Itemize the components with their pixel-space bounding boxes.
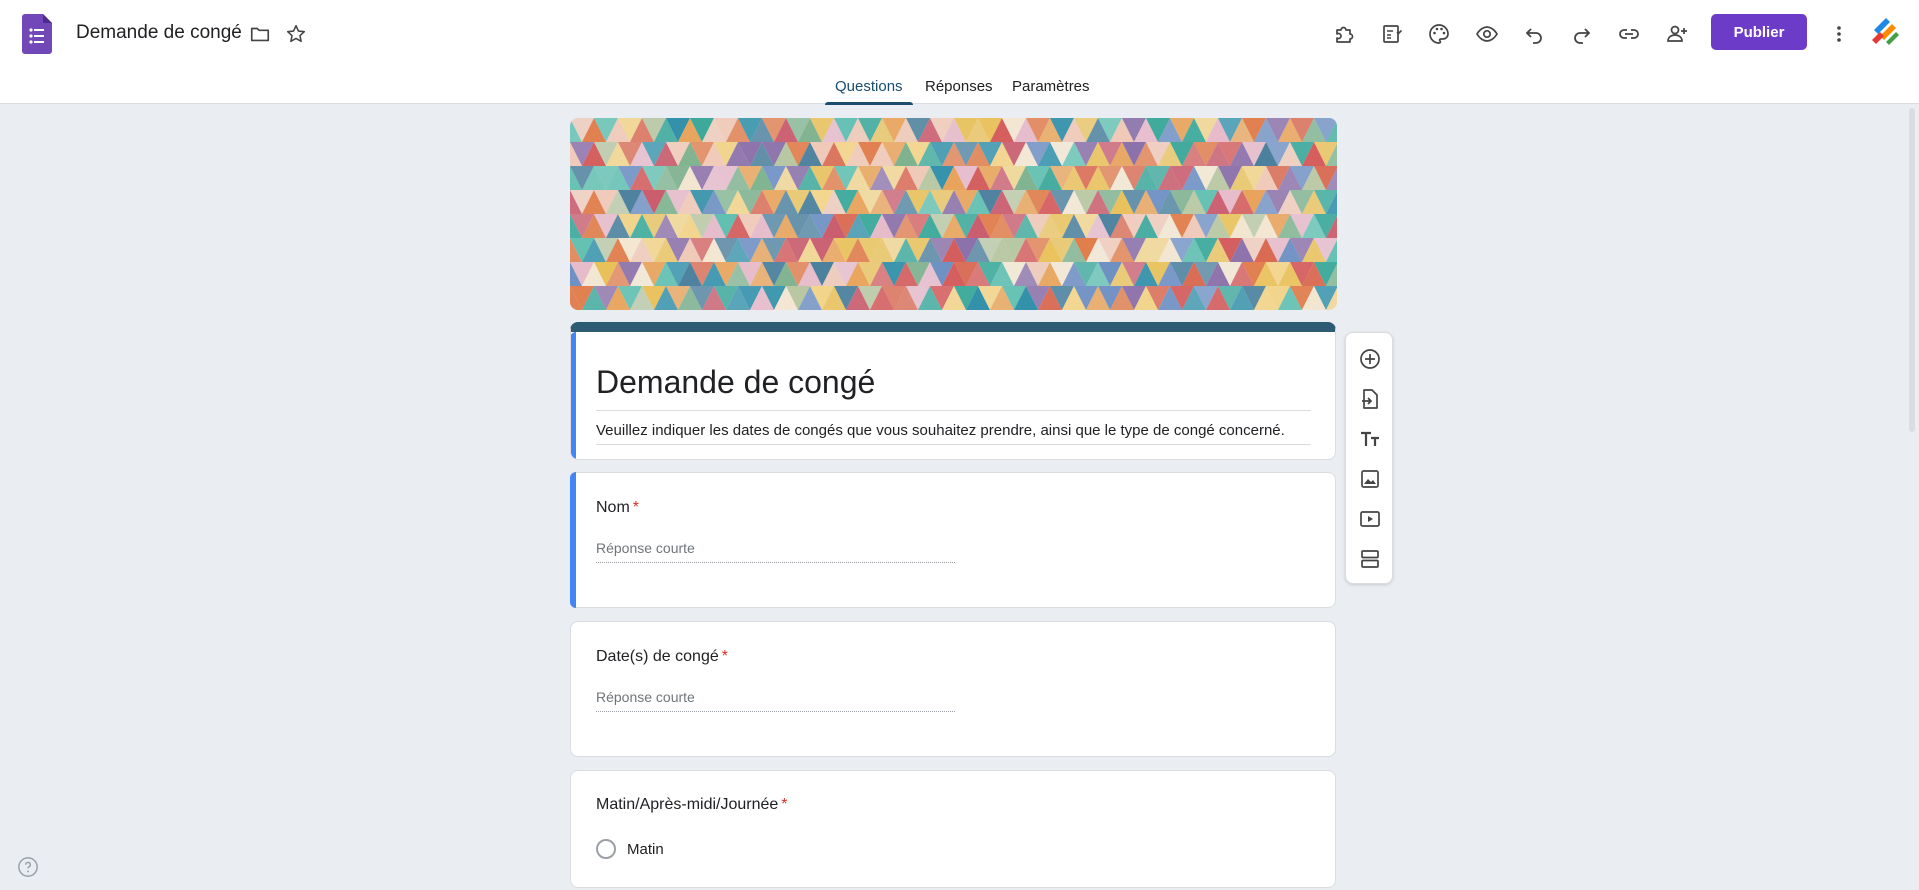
side-toolbar xyxy=(1345,332,1393,584)
more-icon[interactable] xyxy=(1821,16,1857,52)
focus-accent xyxy=(570,472,576,608)
add-question-icon[interactable] xyxy=(1346,341,1394,377)
add-image-icon[interactable] xyxy=(1346,461,1394,497)
form-tabs: Questions Réponses Paramètres xyxy=(0,76,1919,105)
required-asterisk: * xyxy=(632,499,640,516)
option-label: Matin xyxy=(627,840,664,858)
form-title-card[interactable]: Demande de congé Veuillez indiquer les d… xyxy=(570,322,1336,460)
short-answer-field[interactable]: Réponse courte xyxy=(596,686,955,712)
add-section-icon[interactable] xyxy=(1346,541,1394,577)
publish-button[interactable]: Publier xyxy=(1711,14,1807,50)
help-icon[interactable] xyxy=(17,856,39,878)
header-banner-image xyxy=(570,118,1337,310)
required-asterisk: * xyxy=(781,796,788,813)
question-title: Matin/Après-midi/Journée * xyxy=(596,796,788,814)
move-to-folder-icon[interactable] xyxy=(248,22,272,46)
question-card[interactable]: Matin/Après-midi/Journée * Matin xyxy=(570,770,1336,888)
add-video-icon[interactable] xyxy=(1346,501,1394,537)
active-tab-indicator xyxy=(825,102,913,105)
tab-label: Réponses xyxy=(925,78,993,95)
radio-button[interactable] xyxy=(596,839,616,859)
tab-questions[interactable]: Questions xyxy=(825,78,913,105)
question-title-text: Matin/Après-midi/Journée xyxy=(596,796,779,813)
tab-label: Questions xyxy=(835,78,903,95)
short-answer-field[interactable]: Réponse courte xyxy=(596,537,955,563)
question-title: Date(s) de congé * xyxy=(596,648,728,666)
tab-settings[interactable]: Paramètres xyxy=(1002,78,1100,104)
radio-option[interactable]: Matin xyxy=(596,839,664,859)
link-icon[interactable] xyxy=(1611,16,1647,52)
quiz-icon[interactable] xyxy=(1374,16,1410,52)
add-collaborator-icon[interactable] xyxy=(1659,16,1695,52)
account-avatar[interactable] xyxy=(1868,14,1902,48)
import-questions-icon[interactable] xyxy=(1346,381,1394,417)
undo-icon[interactable] xyxy=(1516,16,1552,52)
palette-icon[interactable] xyxy=(1421,16,1457,52)
document-title[interactable]: Demande de congé xyxy=(76,22,242,44)
question-title: Nom * xyxy=(596,499,639,517)
divider xyxy=(596,444,1311,445)
question-title-text: Nom xyxy=(596,499,630,516)
preview-icon[interactable] xyxy=(1469,16,1505,52)
addons-icon[interactable] xyxy=(1326,16,1362,52)
redo-icon[interactable] xyxy=(1564,16,1600,52)
required-asterisk: * xyxy=(721,648,728,665)
top-bar: Demande de congé Publier Questions Répon… xyxy=(0,0,1919,105)
form-title[interactable]: Demande de congé xyxy=(596,364,875,401)
question-card[interactable]: Date(s) de congé * Réponse courte xyxy=(570,621,1336,757)
question-card[interactable]: Nom * Réponse courte xyxy=(570,472,1336,608)
star-icon[interactable] xyxy=(284,22,308,46)
forms-logo-icon[interactable] xyxy=(22,14,52,54)
question-title-text: Date(s) de congé xyxy=(596,648,719,665)
add-title-icon[interactable] xyxy=(1346,421,1394,457)
form-description[interactable]: Veuillez indiquer les dates de congés qu… xyxy=(596,422,1285,439)
focus-accent xyxy=(571,332,576,459)
divider xyxy=(596,410,1311,411)
tab-label: Paramètres xyxy=(1012,78,1090,95)
scrollbar[interactable] xyxy=(1909,108,1915,432)
tab-responses[interactable]: Réponses xyxy=(915,78,1003,104)
